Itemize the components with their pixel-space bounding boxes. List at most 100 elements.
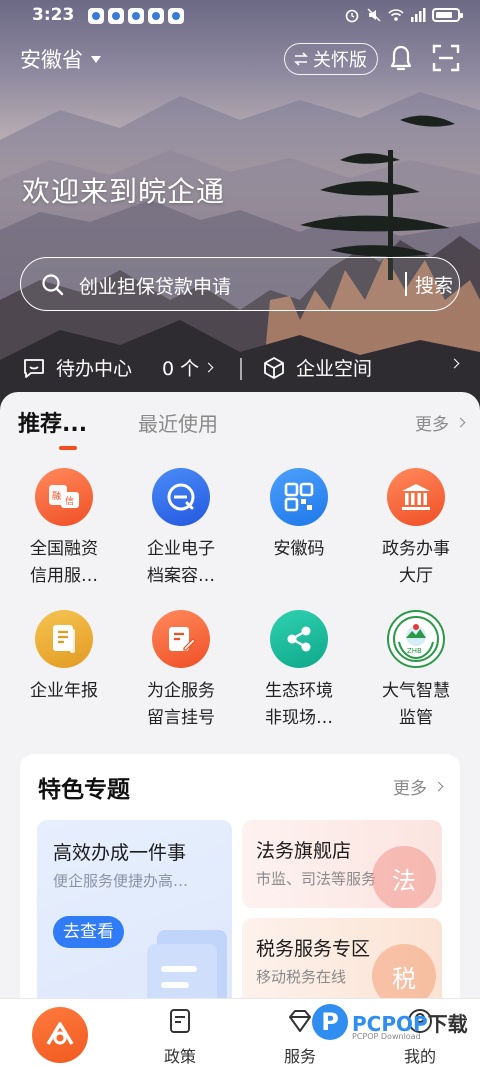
service-label-line1: 政务办事 (382, 539, 450, 559)
pcpop-name-suffix: 下载 (427, 1012, 468, 1036)
province-label: 安徽省 (20, 48, 83, 72)
service-tabs: 推荐... 最近使用 更多 (0, 404, 480, 454)
alipay-icon (168, 8, 184, 24)
care-mode-button[interactable]: 关怀版 (284, 43, 378, 75)
featured-card-one-thing[interactable]: 高效办成一件事 便企服务便捷办高… 去查看 (37, 820, 232, 1012)
gallery-icon (88, 8, 104, 24)
welcome-title: 欢迎来到皖企通 (22, 175, 226, 208)
todo-count[interactable]: 0 个 (162, 354, 214, 381)
featured-more-link[interactable]: 更多 (393, 774, 444, 799)
qr-code-icon (270, 468, 328, 526)
todo-count-text: 0 个 (162, 358, 200, 380)
service-label-line1: 企业电子 (147, 539, 215, 559)
status-bar: 3:23 (0, 0, 480, 32)
service-label-line2: 档案容… (147, 566, 215, 586)
government-hall-icon (387, 468, 445, 526)
search-divider (405, 272, 407, 296)
service-label-line2: 监管 (399, 708, 433, 728)
app-icon (108, 8, 124, 24)
nav-policy[interactable]: 政策 (150, 1007, 210, 1067)
e-archive-icon (152, 468, 210, 526)
service-item[interactable]: ZHB 大气智慧监管 (357, 610, 475, 732)
annual-report-icon (35, 610, 93, 668)
service-label-line2: 留言挂号 (147, 708, 215, 728)
service-label-line1: 企业年报 (30, 681, 98, 701)
province-selector[interactable]: 安徽省 (20, 44, 101, 74)
mute-icon (367, 8, 381, 22)
service-label-line1: 大气智慧 (382, 681, 450, 701)
wifi-icon (388, 9, 404, 21)
more-label: 更多 (415, 415, 449, 435)
credit-icon: 融信 (35, 468, 93, 526)
svg-text:ZHB: ZHB (407, 647, 422, 655)
service-label-line1: 为企服务 (147, 681, 215, 701)
tax-shield-icon: 税 (372, 944, 436, 1006)
pcpop-logo-icon: P (312, 1004, 348, 1040)
card-title: 高效办成一件事 (53, 842, 187, 864)
card-title: 税务服务专区 (256, 938, 371, 960)
service-item[interactable]: 融信 全国融资信用服… (5, 468, 123, 590)
swap-icon (294, 52, 308, 66)
svg-text:信: 信 (65, 495, 74, 507)
share-nodes-icon (270, 610, 328, 668)
message-icon (152, 610, 210, 668)
bell-icon[interactable] (386, 42, 416, 74)
card-title: 法务旗舰店 (256, 840, 352, 862)
policy-icon (170, 1009, 190, 1033)
service-label-line2: 大厅 (399, 566, 433, 586)
scan-icon[interactable] (432, 44, 460, 72)
service-label-line2: 非现场… (265, 708, 333, 728)
home-tab-button[interactable] (32, 1007, 88, 1063)
svg-text:融: 融 (52, 491, 61, 502)
map-icon (148, 8, 164, 24)
signal-4g-icon (411, 8, 426, 22)
status-time: 3:23 (32, 5, 75, 25)
services-more-link[interactable]: 更多 (415, 410, 466, 435)
service-item[interactable]: 企业年报 (5, 610, 123, 705)
featured-card-tax[interactable]: 税务服务专区 移动税务在线 税 (242, 918, 442, 1006)
todo-label: 待办中心 (56, 358, 133, 380)
service-item[interactable]: 政务办事 大厅 (357, 468, 475, 590)
card-subtitle: 市监、司法等服务 (256, 870, 377, 888)
pcpop-subtitle: PCPOP Download (352, 1032, 421, 1041)
legal-shield-icon: 法 (372, 846, 436, 908)
service-icon (289, 1010, 311, 1032)
quickbar-divider (240, 358, 242, 380)
cube-icon (264, 356, 284, 379)
chevron-right-icon (455, 417, 466, 428)
card-subtitle: 移动税务在线 (256, 968, 347, 986)
alarm-icon (345, 9, 359, 23)
todo-center-link[interactable]: 待办中心 (22, 354, 132, 381)
tab-recommended[interactable]: 推荐... (18, 406, 87, 438)
search-button[interactable]: 搜索 (415, 271, 453, 298)
tab-recent[interactable]: 最近使用 (138, 408, 218, 437)
service-item[interactable]: 生态环境非现场… (240, 610, 358, 732)
tab-indicator (59, 446, 77, 450)
search-icon (42, 274, 64, 296)
service-label-line2: 信用服… (30, 566, 98, 586)
service-item[interactable]: 企业电子档案容… (122, 468, 240, 590)
caret-down-icon (91, 55, 101, 63)
enterprise-space-label: 企业空间 (296, 358, 373, 380)
service-label-line1: 安徽码 (273, 539, 325, 559)
featured-card-legal[interactable]: 法务旗舰店 市监、司法等服务 法 (242, 820, 442, 908)
featured-section: 特色专题 更多 高效办成一件事 便企服务便捷办高… 去查看 法务旗舰店 市监、司… (20, 754, 460, 1012)
music-icon (128, 8, 144, 24)
more-label: 更多 (393, 779, 427, 799)
zhb-emblem-icon: ZHB (387, 610, 445, 668)
enterprise-space-link[interactable]: 企业空间 (262, 354, 372, 381)
chat-bubble-icon (24, 358, 44, 378)
search-bar[interactable]: 创业担保贷款申请 搜索 (20, 257, 460, 311)
view-button[interactable]: 去查看 (53, 916, 124, 948)
hero-banner: 3:23 安徽省 关怀版 欢迎来到皖企通 创业担保贷款申请 搜索 待办中心 0 … (0, 0, 480, 410)
service-label-line1: 全国融资 (30, 539, 98, 559)
pcpop-watermark: P PCPOP下载 PCPOP Download (312, 1004, 472, 1048)
nav-label: 政策 (163, 1047, 196, 1066)
search-placeholder[interactable]: 创业担保贷款申请 (79, 272, 231, 299)
service-item[interactable]: 安徽码 (240, 468, 358, 563)
card-subtitle: 便企服务便捷办高… (53, 872, 189, 890)
service-item[interactable]: 为企服务 留言挂号 (122, 610, 240, 732)
service-label-line1: 生态环境 (265, 681, 333, 701)
chevron-right-icon[interactable] (449, 358, 460, 369)
battery-icon (432, 8, 463, 22)
